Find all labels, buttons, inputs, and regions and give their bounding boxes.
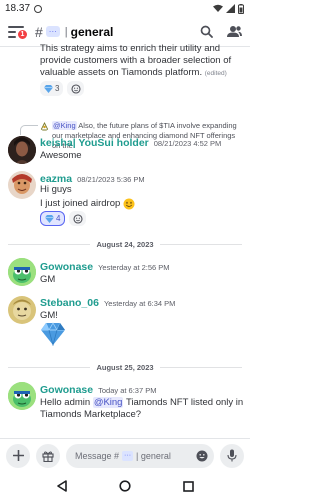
date-divider-label: August 24, 2023 [96,239,154,249]
message-text-block: Hello admin @King Tiamonds NFT listed on… [40,397,244,421]
avatar[interactable] [8,136,36,164]
username[interactable]: keisha| YouSui holder [40,137,149,149]
status-bar: 18.37 [0,0,250,17]
username[interactable]: Gowonase [40,261,93,273]
back-nav-icon[interactable] [56,480,68,492]
input-placeholder-tag: ··· [122,450,134,461]
add-reaction-button[interactable] [67,81,85,96]
reaction-diamond[interactable]: 3 [40,81,64,96]
voice-message-button[interactable] [220,443,244,468]
timestamp: Yesterday at 6:34 PM [103,299,176,308]
channel-title[interactable]: general [71,25,114,39]
input-placeholder-prefix: Message # [75,450,120,461]
message-text: This strategy aims to enrich their utili… [40,43,232,78]
search-icon[interactable] [200,25,213,38]
message-text: Hello admin [40,397,91,408]
reaction-diamond[interactable]: 4 [40,211,66,226]
recents-nav-icon[interactable] [183,480,194,492]
username[interactable]: Stebano_06 [40,297,99,309]
home-nav-icon[interactable] [119,480,132,492]
message-header: Stebano_06 Yesterday at 6:34 PM [40,297,175,309]
diamond-icon [44,84,53,93]
members-icon[interactable] [227,25,242,38]
message-header: keisha| YouSui holder 08/21/2023 4:52 PM [40,137,221,149]
signal-icon [226,4,235,13]
wifi-icon [213,4,223,12]
avatar[interactable] [8,382,36,410]
username[interactable]: Gowonase [40,384,93,396]
plus-icon [12,450,24,461]
reaction-count: 4 [56,214,61,223]
reply-avatar [40,122,49,131]
edited-label: (edited) [204,70,227,77]
message-text: GM! [40,310,58,321]
menu-button[interactable]: 1 [8,25,28,40]
avatar[interactable] [8,258,36,286]
add-attachment-button[interactable] [6,443,30,468]
message-partial: This strategy aims to enrich their utili… [0,43,250,107]
battery-icon [238,3,244,14]
add-reaction-button[interactable] [69,211,87,226]
microphone-icon [227,449,237,462]
diamond-emoji-icon [41,322,65,346]
reply-connector [20,125,38,135]
message-text: I just joined airdrop [40,198,121,209]
message-line: I just joined airdrop [40,198,244,210]
timestamp: Today at 6:37 PM [98,386,157,395]
avatar[interactable] [8,171,36,199]
message-text: Hi guys [40,184,72,195]
timestamp: 08/21/2023 4:52 PM [153,139,222,148]
message-header: Gowonase Today at 6:37 PM [40,384,156,396]
reaction-count: 3 [55,84,60,93]
timestamp: 08/21/2023 5:36 PM [77,175,145,184]
smile-emoji-icon [123,198,135,210]
message-text: Awesome [40,150,82,161]
channel-hash-icon: # [35,23,43,40]
user-mention[interactable]: @King [92,397,124,408]
status-time: 18.37 [5,3,31,14]
add-emoji-icon [71,83,81,94]
timestamp: Yesterday at 2:56 PM [98,263,170,272]
date-divider: August 25, 2023 [8,361,243,373]
gift-icon [42,450,54,462]
message-composer: Message # ··· | general [0,438,250,472]
diamond-icon [45,214,54,223]
notification-badge: 1 [17,28,28,40]
add-emoji-icon [73,213,83,224]
date-divider-label: August 25, 2023 [96,362,154,372]
settings-status-icon [34,4,43,13]
reply-author-mention[interactable]: @King [52,121,77,130]
reaction-bar: 3 [40,81,85,96]
message-header: Gowonase Yesterday at 2:56 PM [40,261,170,273]
gift-button[interactable] [36,443,60,468]
input-placeholder-suffix: | general [136,450,171,461]
channel-separator: | [64,25,68,38]
message-input[interactable]: Message # ··· | general [66,443,214,468]
reaction-bar: 4 [40,211,87,226]
avatar[interactable] [8,296,36,324]
date-divider: August 24, 2023 [8,238,243,250]
channel-emoji-tag: ··· [45,26,60,37]
system-navigation-bar [0,472,250,500]
message-text: GM [40,274,56,285]
emoji-picker-icon[interactable] [196,450,208,462]
